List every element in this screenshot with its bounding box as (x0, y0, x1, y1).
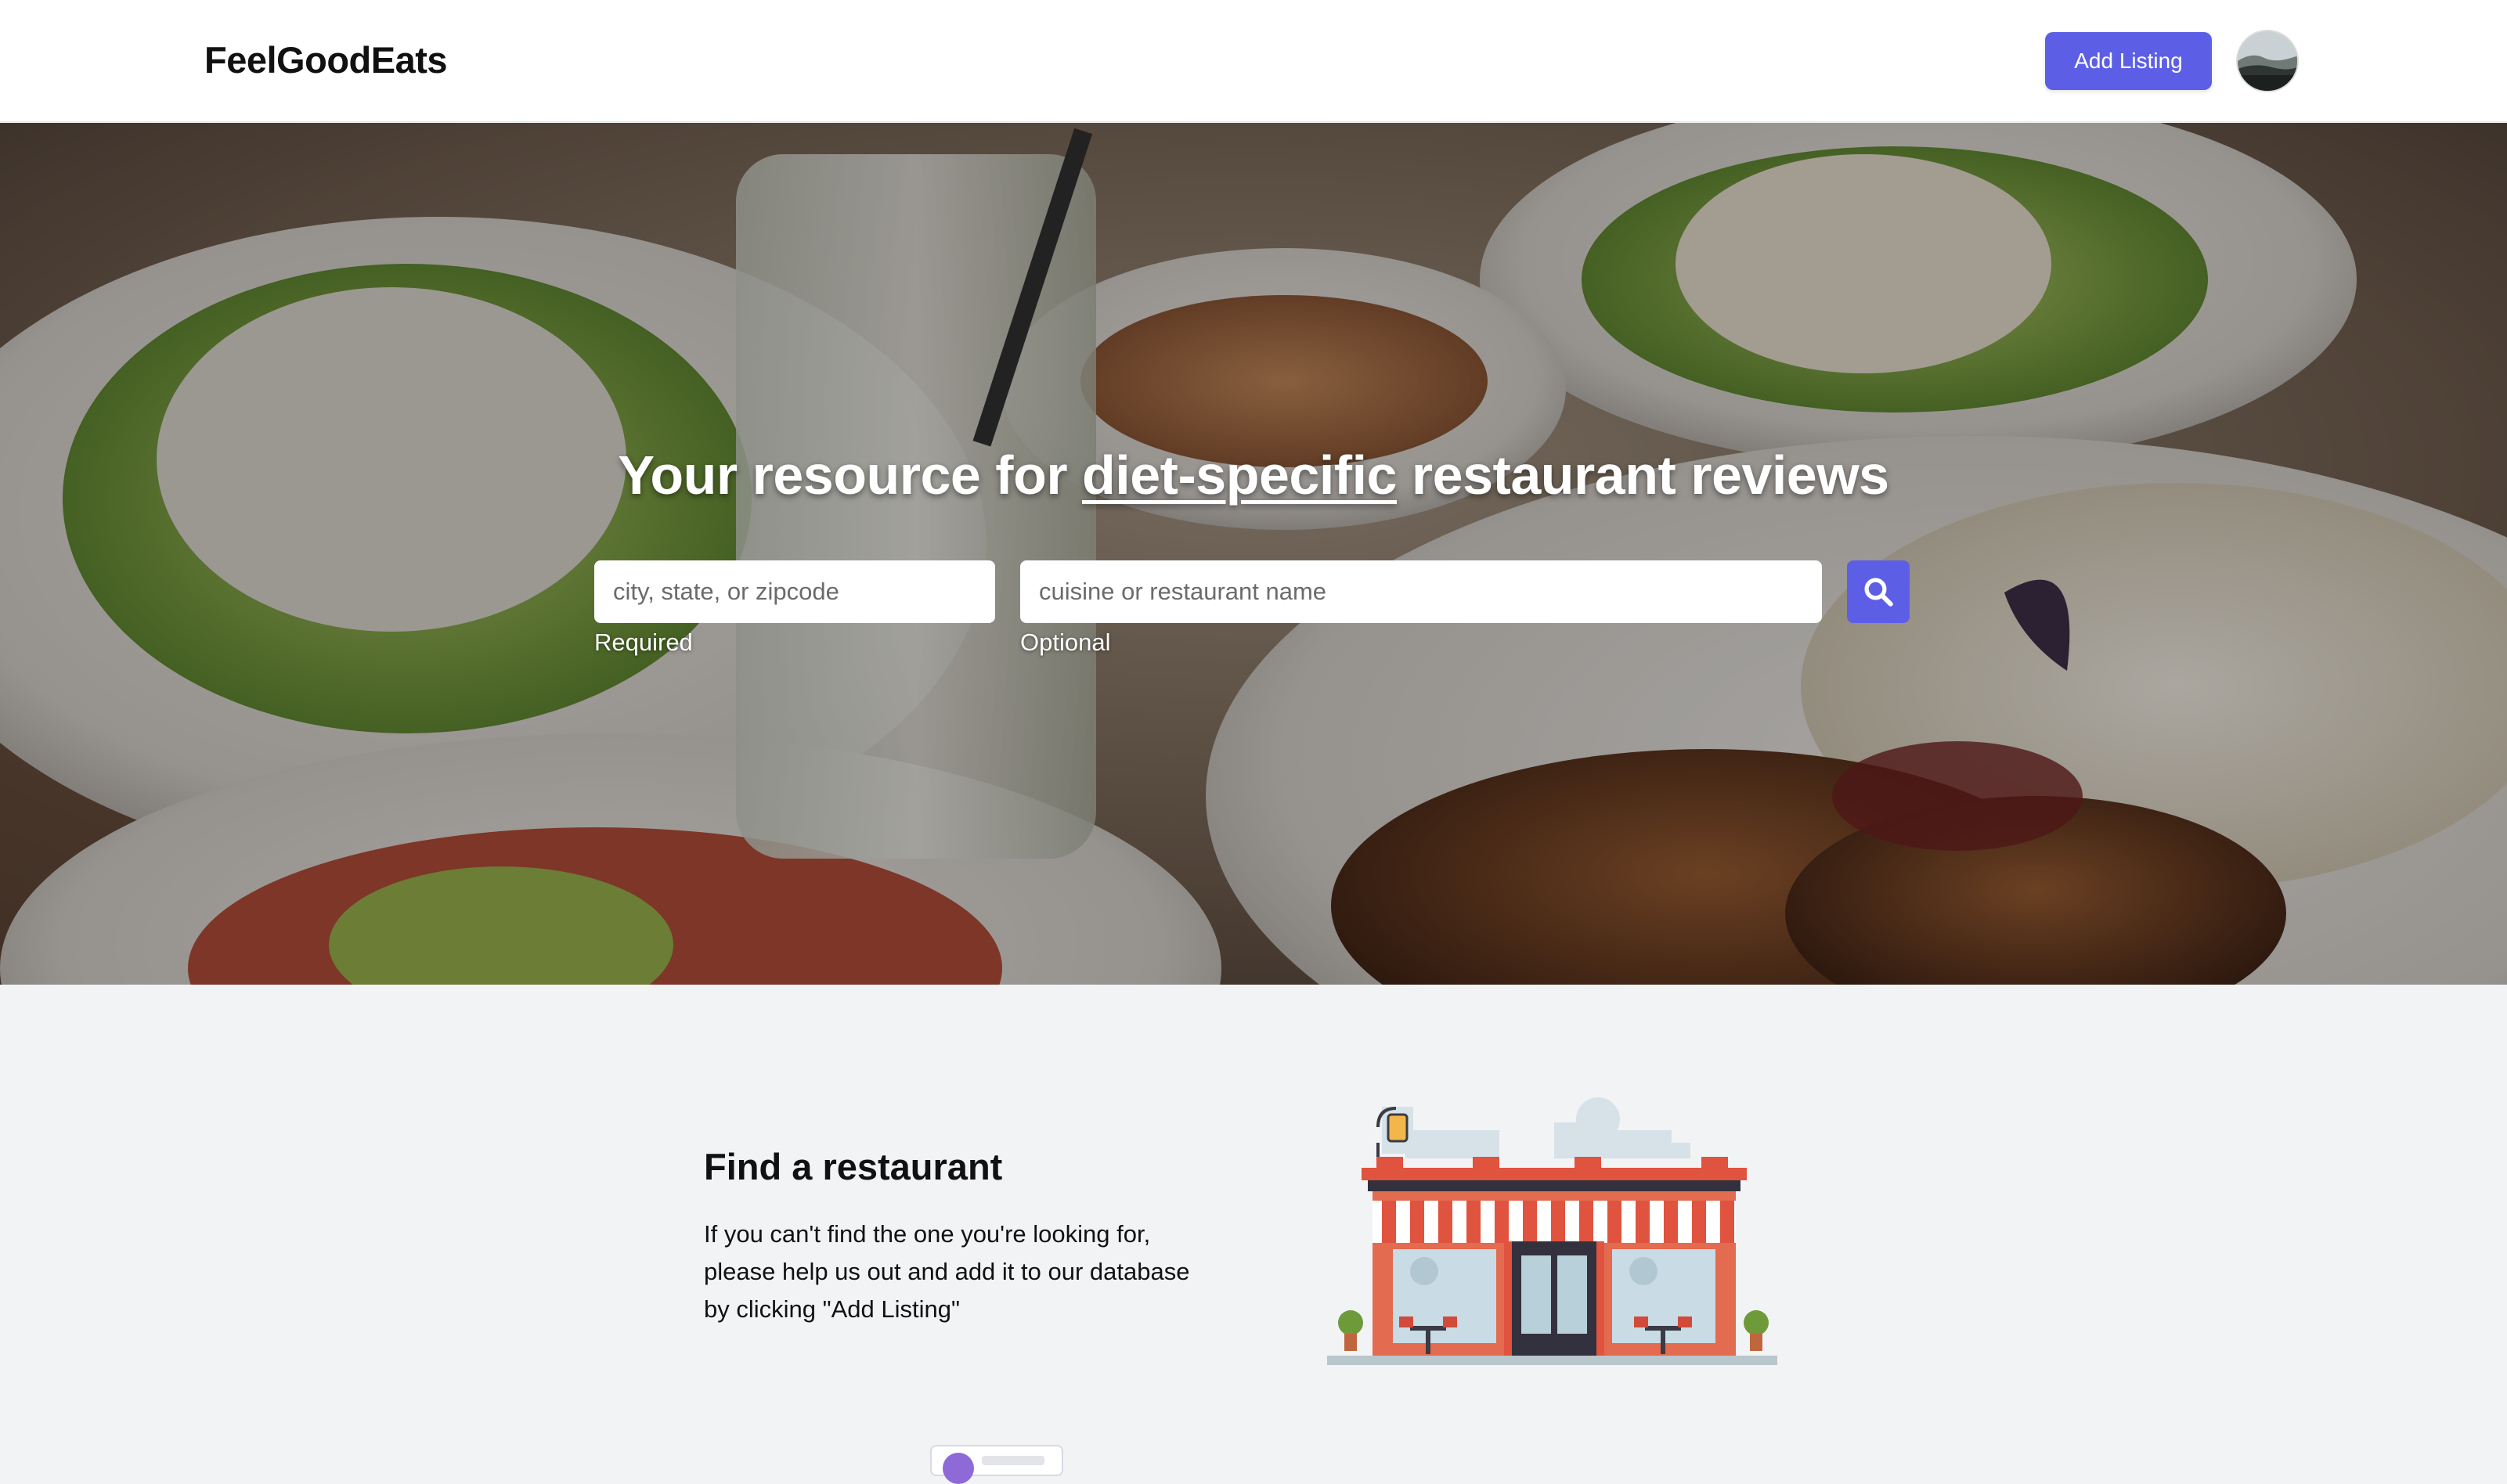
hero-title-prefix: Your resource for (618, 445, 1083, 506)
hero-overlay (0, 123, 2507, 985)
card-text-placeholder (982, 1456, 1044, 1465)
avatar-landscape-icon (2238, 31, 2297, 91)
find-restaurant-description: If you can't find the one you're looking… (704, 1220, 1190, 1323)
top-nav: FeelGoodEats Add Listing (0, 0, 2507, 122)
search-button[interactable] (1847, 560, 1910, 623)
brand-logo[interactable]: FeelGoodEats (204, 38, 448, 81)
partial-card-preview (930, 1445, 1063, 1484)
user-avatar[interactable] (2236, 30, 2299, 92)
cuisine-search-input[interactable] (1020, 560, 1822, 623)
hero-title: Your resource for diet-specific restaura… (0, 444, 2507, 506)
search-icon (1864, 578, 1893, 607)
cuisine-hint: Optional (1020, 629, 1111, 656)
card-avatar-icon (943, 1453, 974, 1484)
hero-title-suffix: restaurant reviews (1396, 445, 1889, 506)
hero-section: Your resource for diet-specific restaura… (0, 123, 2507, 985)
location-input[interactable] (594, 560, 995, 623)
find-restaurant-title: Find a restaurant (704, 1146, 1003, 1187)
add-listing-button[interactable]: Add Listing (2045, 32, 2212, 90)
hero-title-highlight[interactable]: diet-specific (1082, 445, 1397, 506)
restaurant-storefront-illustration (1327, 1097, 1777, 1365)
location-hint: Required (594, 629, 693, 656)
